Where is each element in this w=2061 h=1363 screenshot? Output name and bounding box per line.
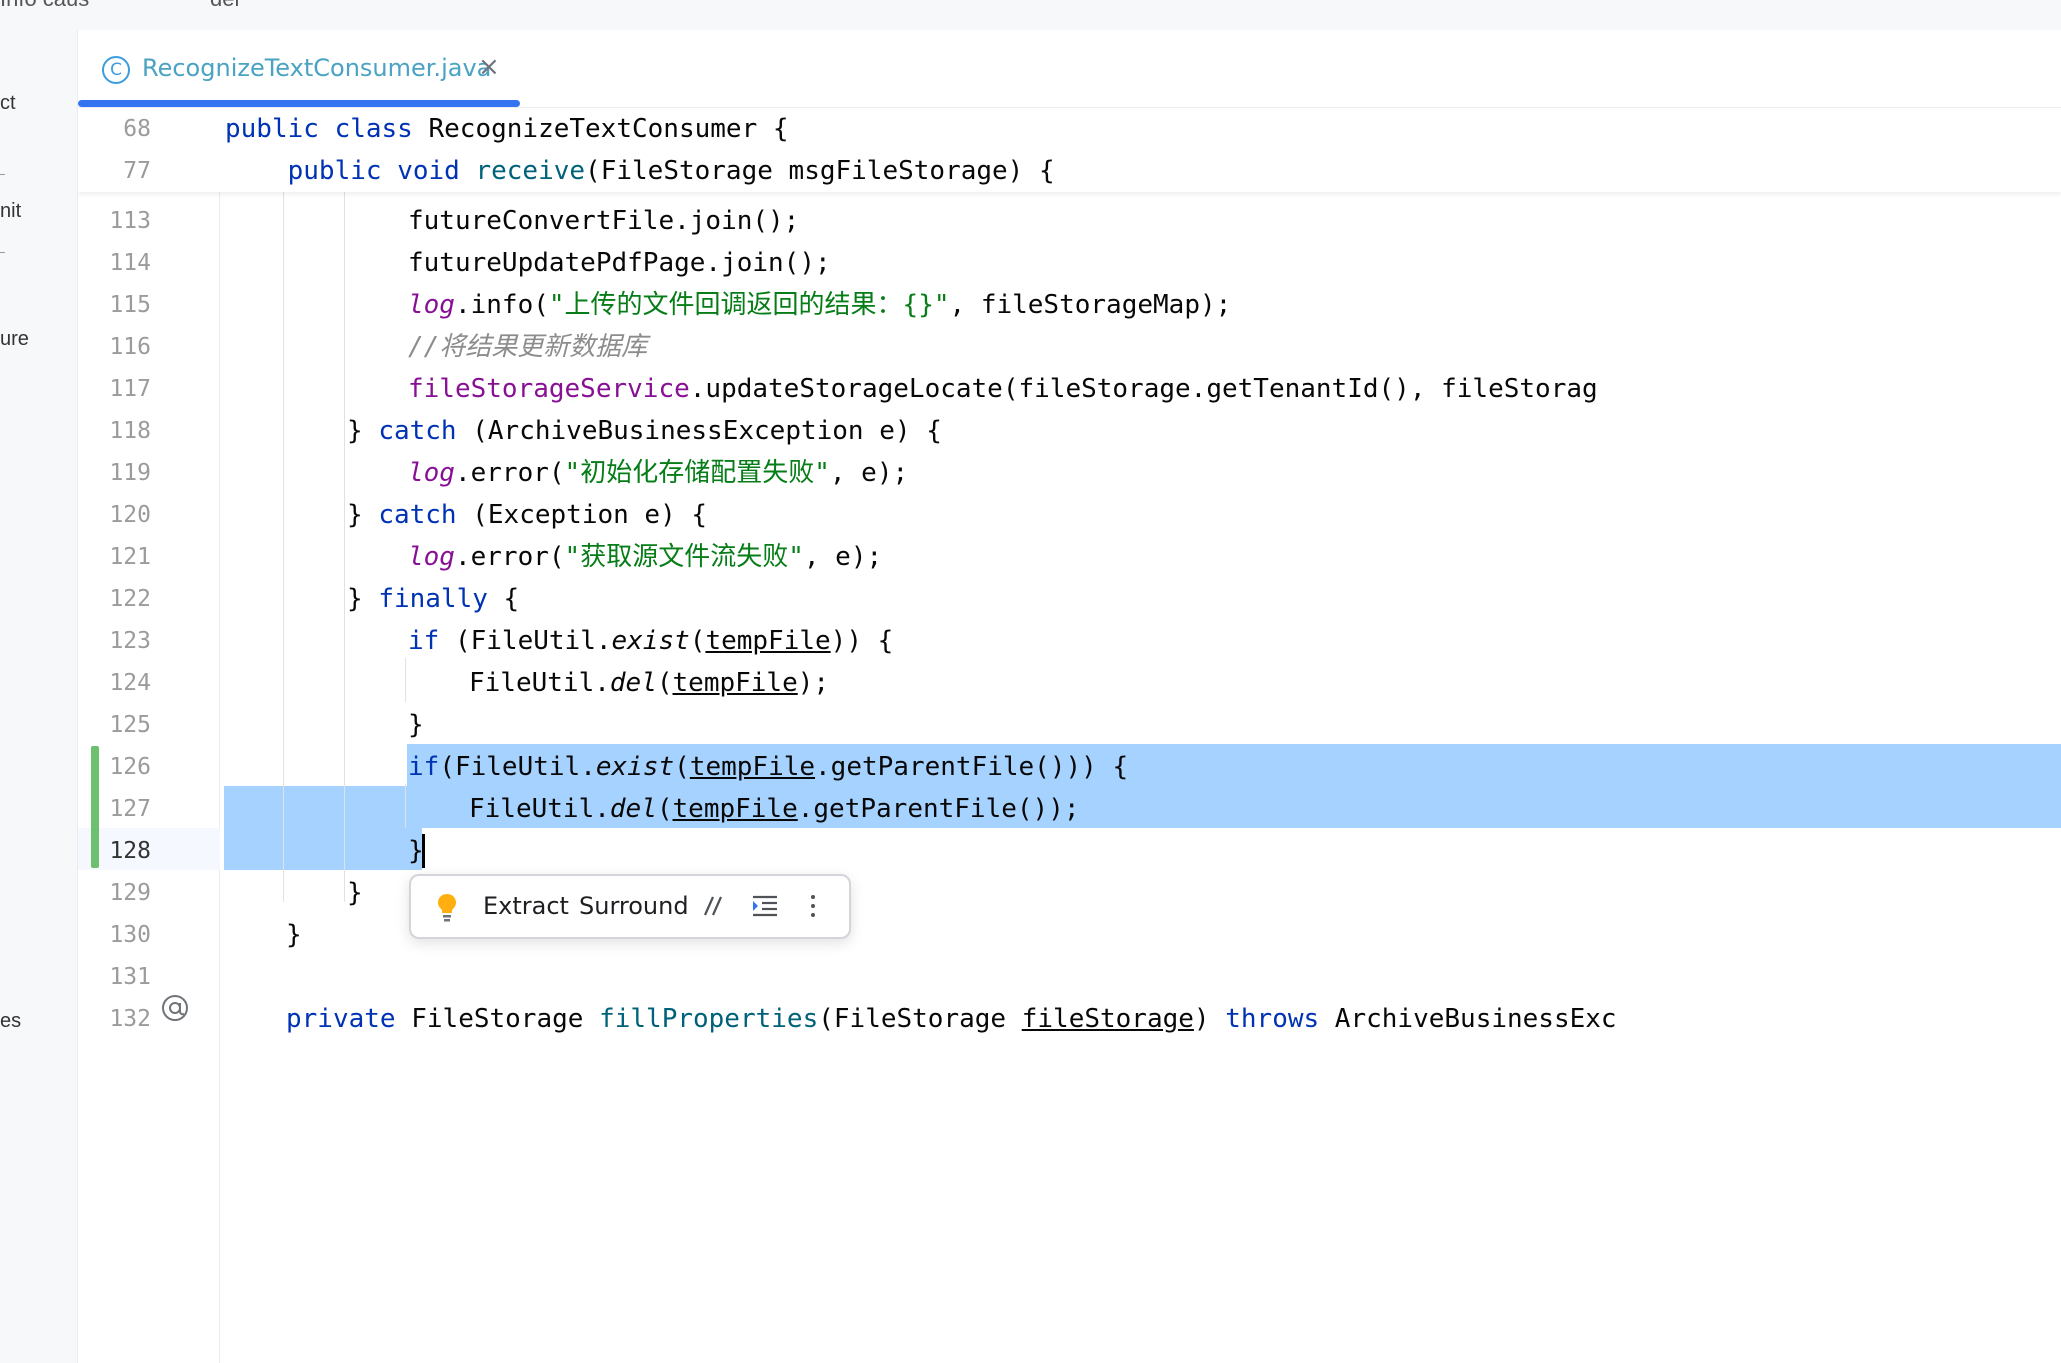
line-number: 113	[109, 208, 151, 234]
class-icon: C	[102, 56, 130, 84]
project-tree-item[interactable]: ct	[0, 92, 16, 115]
text-caret	[422, 834, 425, 868]
code-text: }	[408, 710, 424, 740]
line-number: 124	[109, 670, 151, 696]
code-line[interactable]: 131	[78, 956, 2061, 998]
bulb-icon[interactable]	[435, 892, 459, 922]
code-editor[interactable]: 68 public class RecognizeTextConsumer { …	[78, 108, 2061, 1363]
line-number: 115	[109, 292, 151, 318]
line-number: 116	[109, 334, 151, 360]
line-number: 68	[123, 116, 151, 142]
surround-button[interactable]: Surround	[579, 892, 689, 920]
sticky-line[interactable]: 68 public class RecognizeTextConsumer {	[78, 108, 2061, 150]
code-line[interactable]: 118 } catch (ArchiveBusinessException e)…	[78, 410, 2061, 452]
top-strip-left-text: Info caus	[0, 0, 89, 12]
code-line[interactable]: 126 if(FileUtil.exist(tempFile.getParent…	[78, 746, 2061, 788]
tab-label: RecognizeTextConsumer.java	[142, 54, 492, 82]
code-text: if (FileUtil.exist(tempFile)) {	[408, 626, 894, 656]
code-line[interactable]: 127 FileUtil.del(tempFile.getParentFile(…	[78, 788, 2061, 830]
code-line[interactable]: 114 futureUpdatePdfPage.join();	[78, 242, 2061, 284]
line-number: 131	[109, 964, 151, 990]
code-text: log.error("初始化存储配置失败", e);	[408, 458, 909, 488]
line-number: 132	[109, 1006, 151, 1032]
sticky-line[interactable]: 77 public void receive(FileStorage msgFi…	[78, 150, 2061, 192]
code-line[interactable]: 117 fileStorageService.updateStorageLoca…	[78, 368, 2061, 410]
code-text: } catch (ArchiveBusinessException e) {	[347, 416, 942, 446]
line-number: 128	[109, 838, 151, 864]
line-number: 114	[109, 250, 151, 276]
code-line[interactable]: 123 if (FileUtil.exist(tempFile)) {	[78, 620, 2061, 662]
line-number: 122	[109, 586, 151, 612]
extract-button[interactable]: Extract	[483, 892, 569, 920]
line-number: 118	[109, 418, 151, 444]
code-line[interactable]: 130 }	[78, 914, 2061, 956]
line-number: 125	[109, 712, 151, 738]
code-text: futureConvertFile.join();	[408, 206, 800, 236]
line-number: 126	[109, 754, 151, 780]
editor-tab[interactable]: C RecognizeTextConsumer.java ×	[78, 30, 520, 107]
line-number: 127	[109, 796, 151, 822]
line-number: 120	[109, 502, 151, 528]
line-number: 129	[109, 880, 151, 906]
code-line[interactable]: 120 } catch (Exception e) {	[78, 494, 2061, 536]
more-icon[interactable]	[807, 888, 819, 922]
project-tool-window: ct nit ure es	[0, 30, 78, 1363]
tree-dash	[0, 252, 5, 253]
code-line[interactable]: 125 }	[78, 704, 2061, 746]
editor-tab-bar: C RecognizeTextConsumer.java ×	[78, 30, 2061, 108]
line-number: 130	[109, 922, 151, 948]
code-text: public void receive(FileStorage msgFileS…	[287, 156, 1055, 186]
line-number: 119	[109, 460, 151, 486]
code-text: log.error("获取源文件流失败", e);	[408, 542, 883, 572]
line-number: 117	[109, 376, 151, 402]
code-text: if(FileUtil.exist(tempFile.getParentFile…	[408, 752, 1129, 782]
top-strip-right-text: del	[210, 0, 239, 12]
code-text: } catch (Exception e) {	[347, 500, 708, 530]
project-tree-item[interactable]: es	[0, 1010, 21, 1033]
code-line[interactable]: 132 private FileStorage fillProperties(F…	[78, 998, 2061, 1040]
comment-icon[interactable]	[701, 888, 727, 922]
code-line[interactable]: 124 FileUtil.del(tempFile);	[78, 662, 2061, 704]
project-tree-item[interactable]: nit	[0, 200, 21, 223]
code-text: log.info("上传的文件回调返回的结果：{}", fileStorageM…	[408, 290, 1232, 320]
code-text: fileStorageService.updateStorageLocate(f…	[408, 374, 1598, 404]
tree-dash	[0, 174, 5, 175]
code-line[interactable]: 128 }	[78, 830, 2061, 872]
floating-code-toolbar: Extract Surround	[409, 874, 851, 939]
line-number: 123	[109, 628, 151, 654]
code-line[interactable]: 129 }	[78, 872, 2061, 914]
code-text: public class RecognizeTextConsumer {	[225, 114, 789, 144]
line-number: 77	[123, 158, 151, 184]
code-text: FileUtil.del(tempFile);	[469, 668, 830, 698]
code-text: futureUpdatePdfPage.join();	[408, 248, 831, 278]
line-number: 121	[109, 544, 151, 570]
code-text: //将结果更新数据库	[408, 332, 648, 362]
code-line[interactable]: 121 log.error("获取源文件流失败", e);	[78, 536, 2061, 578]
code-line[interactable]: 113 futureConvertFile.join();	[78, 200, 2061, 242]
code-text: }	[286, 920, 302, 950]
code-line[interactable]: 119 log.error("初始化存储配置失败", e);	[78, 452, 2061, 494]
code-text: } finally {	[347, 584, 520, 614]
top-strip: Info caus del	[0, 0, 2061, 31]
sticky-lines[interactable]: 68 public class RecognizeTextConsumer { …	[78, 108, 2061, 192]
code-line[interactable]: 122 } finally {	[78, 578, 2061, 620]
code-text: private FileStorage fillProperties(FileS…	[286, 1004, 1617, 1034]
code-line[interactable]: 115 log.info("上传的文件回调返回的结果：{}", fileStor…	[78, 284, 2061, 326]
active-tab-indicator	[78, 100, 520, 107]
code-line[interactable]: 116 //将结果更新数据库	[78, 326, 2061, 368]
at-icon[interactable]	[160, 993, 190, 1023]
close-icon[interactable]: ×	[478, 52, 500, 82]
code-text: FileUtil.del(tempFile.getParentFile());	[469, 794, 1080, 824]
project-tree-item[interactable]: ure	[0, 328, 29, 351]
code-text: }	[347, 878, 363, 908]
reformat-icon[interactable]	[751, 888, 779, 922]
